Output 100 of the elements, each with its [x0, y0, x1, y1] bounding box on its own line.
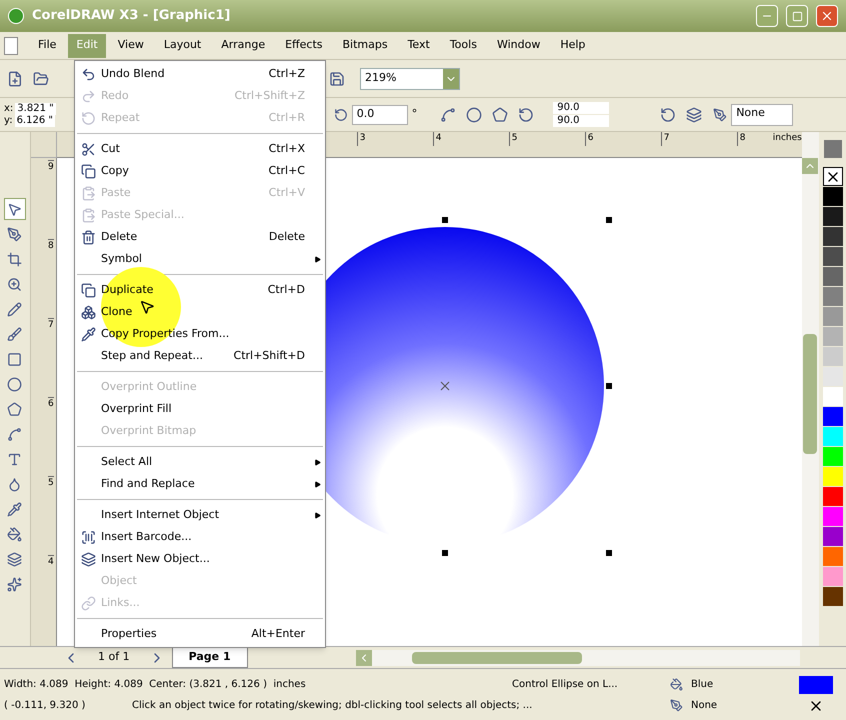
selection-handle[interactable]: [606, 217, 612, 223]
color-swatch[interactable]: [822, 227, 843, 246]
menu-entry-label: Paste: [101, 184, 131, 201]
undo-icon: [80, 66, 96, 82]
shortcut-text: Ctrl+Z: [268, 66, 306, 82]
menu-entry-label: Insert New Object...: [101, 550, 210, 567]
shortcut-text: Ctrl+Shift+D: [234, 348, 306, 364]
y-field[interactable]: 6.126 ": [14, 114, 55, 126]
color-swatch[interactable]: [822, 207, 843, 226]
menu-item[interactable]: File: [30, 34, 64, 58]
menu-entry-label: Overprint Fill: [101, 400, 172, 417]
menu-item[interactable]: View: [110, 34, 152, 58]
vertical-scrollbar[interactable]: [802, 132, 820, 646]
horizontal-scrollbar[interactable]: [356, 650, 800, 666]
color-swatch[interactable]: [822, 287, 843, 306]
menu-entry[interactable]: Copy Ctrl+C: [75, 160, 325, 182]
rotate-icon: [334, 108, 348, 122]
color-swatch[interactable]: [822, 447, 843, 466]
menu-entry[interactable]: Find and Replace: [75, 473, 325, 495]
cursor-position: ( -0.111, 9.320 ): [4, 698, 86, 712]
degree-label: °: [412, 106, 418, 122]
paste-icon: [80, 186, 96, 200]
selection-handle[interactable]: [606, 383, 612, 389]
color-swatch[interactable]: [822, 567, 843, 586]
fill-icon: [670, 678, 683, 690]
color-swatch[interactable]: [822, 487, 843, 506]
menu-entry[interactable]: Select All: [75, 451, 325, 473]
menu-item[interactable]: Text: [400, 34, 438, 58]
menu-entry-label: Repeat: [101, 110, 140, 126]
pointer-icon[interactable]: [4, 198, 26, 220]
color-swatch[interactable]: [822, 407, 843, 426]
menu-item[interactable]: Arrange: [213, 34, 274, 58]
menu-entry[interactable]: Properties Alt+Enter: [75, 623, 325, 645]
menu-entry[interactable]: Insert Internet Object: [75, 504, 325, 526]
ruler-label: 7: [48, 318, 54, 397]
selection-handle[interactable]: [442, 550, 448, 556]
color-swatch[interactable]: [822, 507, 843, 526]
menu-entry-label: Delete: [101, 228, 138, 245]
shortcut-text: Ctrl+R: [268, 110, 306, 126]
color-swatch[interactable]: [822, 547, 843, 566]
object-size-text: Width: 4.089 Height: 4.089 Center: (3.821 , 6.126 ) inches: [4, 678, 307, 692]
x-field[interactable]: 3.821 ": [15, 102, 56, 114]
color-swatch[interactable]: [822, 247, 843, 266]
dropdown-icon: [443, 68, 459, 88]
maximize-icon: [792, 10, 802, 22]
menu-entry[interactable]: Delete Delete: [75, 226, 325, 248]
start-angle-field[interactable]: 90.0: [553, 102, 610, 114]
ruler-unit: inches: [772, 132, 802, 145]
selection-handle[interactable]: [606, 550, 612, 556]
scroll-thumb[interactable]: [412, 652, 582, 664]
menu-item[interactable]: Tools: [442, 34, 485, 58]
color-swatch[interactable]: [822, 267, 843, 286]
menu-item[interactable]: Effects: [277, 34, 330, 58]
menu-entry[interactable]: Insert New Object...: [75, 548, 325, 570]
menu-entry[interactable]: Symbol: [75, 248, 325, 270]
menu-item[interactable]: Help: [552, 34, 594, 58]
color-swatch[interactable]: [822, 307, 843, 326]
menu-entry[interactable]: Insert Barcode...: [75, 526, 325, 548]
menu-entry-label: Symbol: [101, 250, 142, 267]
menu-entry[interactable]: Undo Blend Ctrl+Z: [75, 63, 325, 85]
page-tab[interactable]: Page 1: [172, 648, 248, 668]
clone-icon: [80, 304, 96, 320]
shortcut-text: Ctrl+Shift+Z: [234, 88, 306, 104]
mouse-cursor-icon: [139, 299, 155, 315]
color-swatch[interactable]: [822, 327, 843, 346]
menu-item[interactable]: Bitmaps: [334, 34, 396, 58]
links-icon: [80, 596, 96, 610]
copy-icon: [80, 164, 96, 178]
menu-entry-label: Properties: [101, 626, 157, 642]
color-swatch[interactable]: [822, 467, 843, 486]
menu-item[interactable]: Layout: [156, 34, 210, 58]
scroll-thumb[interactable]: [803, 334, 818, 454]
menu-entry-label: Cut: [101, 140, 120, 157]
end-angle-field[interactable]: 90.0: [553, 115, 610, 127]
color-swatch[interactable]: [822, 587, 843, 606]
menu-item[interactable]: Window: [488, 34, 548, 58]
menu-entry-label: Links...: [101, 594, 140, 611]
page-count: 1 of 1: [97, 649, 131, 666]
menu-entry[interactable]: Cut Ctrl+X: [75, 138, 325, 160]
rotation-field[interactable]: 0.0: [352, 104, 408, 124]
zoom-field[interactable]: 219%: [360, 68, 460, 90]
shortcut-text: Alt+Enter: [251, 626, 306, 642]
color-swatch[interactable]: [822, 527, 843, 546]
color-swatch[interactable]: [822, 387, 843, 406]
menu-entry-label: Find and Replace: [101, 476, 195, 492]
color-swatch[interactable]: [822, 347, 843, 366]
selection-handle[interactable]: [442, 217, 448, 223]
menu-entry-label: Insert Internet Object: [101, 506, 220, 523]
color-swatch[interactable]: [822, 187, 843, 206]
color-swatch[interactable]: [822, 367, 843, 386]
color-swatch[interactable]: [822, 427, 843, 446]
menu-entry[interactable]: Step and Repeat... Ctrl+Shift+D: [75, 345, 325, 367]
menu-entry-label: Step and Repeat...: [101, 348, 203, 364]
ruler-label: 5: [48, 476, 54, 555]
outline-field[interactable]: None: [731, 104, 794, 126]
close-button[interactable]: [816, 5, 838, 27]
fill-text: Blue: [691, 678, 714, 692]
menu-entry[interactable]: Overprint Fill: [75, 398, 325, 420]
no-color-swatch[interactable]: [822, 167, 843, 186]
menu-entry[interactable]: Clone: [75, 301, 325, 323]
